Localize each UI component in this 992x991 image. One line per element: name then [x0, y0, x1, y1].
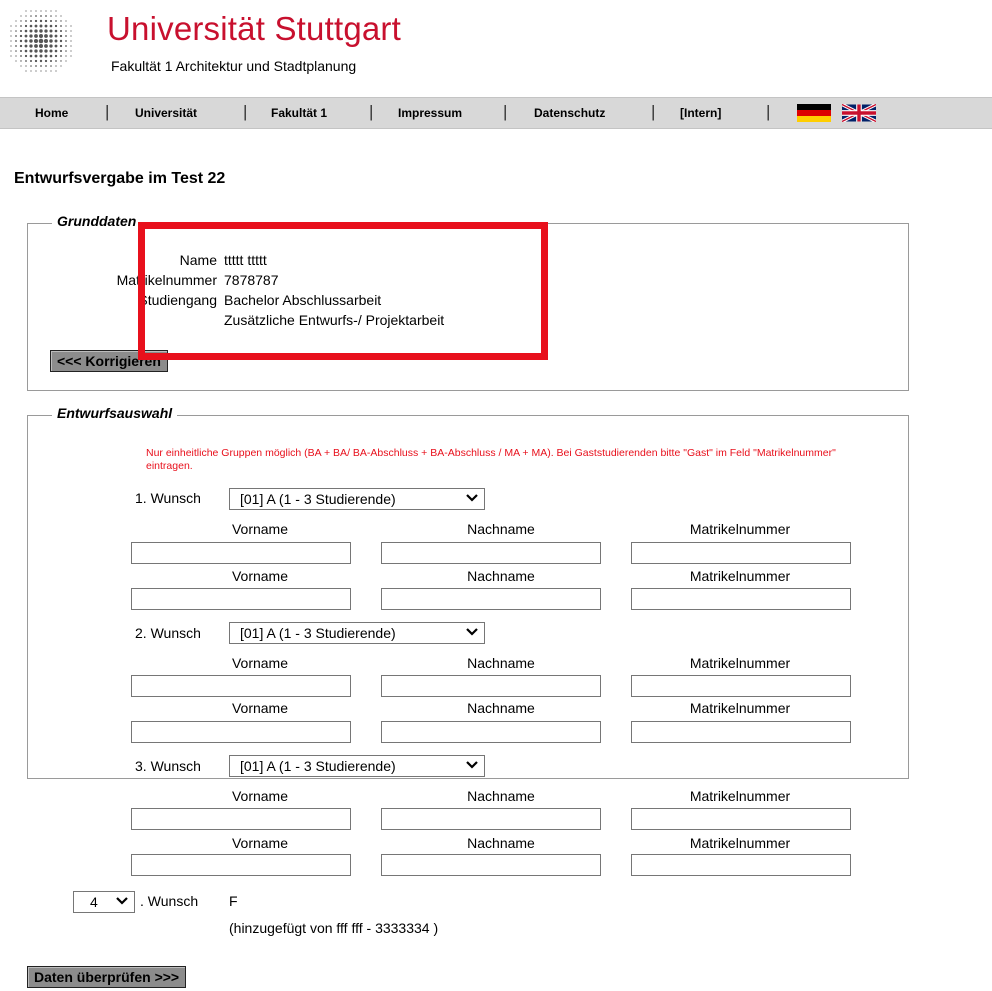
university-title: Universität Stuttgart — [107, 10, 401, 47]
col-matrikel: Matrikelnummer — [689, 655, 791, 671]
matrikel-value: 7878787 — [224, 272, 279, 288]
col-vorname: Vorname — [231, 521, 289, 537]
nachname-input[interactable] — [381, 721, 601, 743]
wish-4-priority-select[interactable]: 4 — [73, 891, 135, 913]
matrikel-input[interactable] — [631, 588, 851, 610]
wish-3-selected: [01] A (1 - 3 Studierende) — [240, 758, 396, 774]
nav-fakultaet[interactable]: Fakultät 1 — [271, 106, 327, 120]
studiengang-value-extra: Zusätzliche Entwurfs-/ Projektarbeit — [224, 312, 445, 328]
german-flag-icon[interactable] — [797, 104, 831, 122]
wish-2-label: 2. Wunsch — [135, 625, 201, 641]
nav-separator: | — [766, 102, 771, 121]
col-matrikel: Matrikelnummer — [689, 568, 791, 584]
matrikel-label: Matrikelnummer — [116, 272, 217, 288]
grunddaten-legend: Grunddaten — [52, 213, 142, 229]
chevron-down-icon — [466, 761, 478, 769]
col-vorname: Vorname — [231, 568, 289, 584]
col-vorname: Vorname — [231, 788, 289, 804]
correct-button[interactable]: <<< Korrigieren — [50, 350, 168, 372]
col-vorname: Vorname — [231, 835, 289, 851]
name-value: ttttt ttttt — [224, 252, 267, 268]
nav-separator: | — [369, 102, 374, 121]
col-matrikel: Matrikelnummer — [689, 835, 791, 851]
nav-separator: | — [243, 102, 248, 121]
name-label: Name — [179, 252, 217, 268]
vorname-input[interactable] — [131, 721, 351, 743]
uk-flag-icon[interactable] — [842, 104, 876, 122]
studiengang-label: Studiengang — [138, 292, 217, 308]
col-matrikel: Matrikelnummer — [689, 700, 791, 716]
wish-3-select[interactable]: [01] A (1 - 3 Studierende) — [229, 755, 485, 777]
nachname-input[interactable] — [381, 675, 601, 697]
nachname-input[interactable] — [381, 542, 601, 564]
wish-4-note: (hinzugefügt von fff fff - 3333334 ) — [229, 920, 439, 936]
wish-2-select[interactable]: [01] A (1 - 3 Studierende) — [229, 622, 485, 644]
wish-2-selected: [01] A (1 - 3 Studierende) — [240, 625, 396, 641]
vorname-input[interactable] — [131, 808, 351, 830]
wish-1-label: 1. Wunsch — [135, 490, 201, 506]
page-title: Entwurfsvergabe im Test 22 — [14, 170, 226, 187]
nav-intern[interactable]: [Intern] — [680, 106, 721, 120]
vorname-input[interactable] — [131, 854, 351, 876]
entwurfsauswahl-legend: Entwurfsauswahl — [52, 405, 178, 421]
studiengang-value: Bachelor Abschlussarbeit — [224, 292, 382, 308]
nav-separator: | — [105, 102, 110, 121]
nachname-input[interactable] — [381, 808, 601, 830]
wish-1-select[interactable]: [01] A (1 - 3 Studierende) — [229, 488, 485, 510]
nachname-input[interactable] — [381, 588, 601, 610]
col-matrikel: Matrikelnummer — [689, 521, 791, 537]
matrikel-input[interactable] — [631, 854, 851, 876]
col-vorname: Vorname — [231, 700, 289, 716]
col-nachname: Nachname — [467, 835, 535, 851]
group-hint-text: Nur einheitliche Gruppen möglich (BA + B… — [146, 447, 836, 472]
check-data-button[interactable]: Daten überprüfen >>> — [27, 966, 187, 988]
chevron-down-icon — [466, 628, 478, 636]
faculty-subtitle: Fakultät 1 Architektur und Stadtplanung — [111, 58, 357, 74]
university-logo — [10, 10, 72, 72]
col-nachname: Nachname — [467, 655, 535, 671]
wish-4-value: F — [229, 893, 238, 909]
nav-datenschutz[interactable]: Datenschutz — [534, 106, 605, 120]
matrikel-input[interactable] — [631, 675, 851, 697]
col-nachname: Nachname — [467, 568, 535, 584]
wish-3-label: 3. Wunsch — [135, 758, 201, 774]
nav-impressum[interactable]: Impressum — [398, 106, 462, 120]
nachname-input[interactable] — [381, 854, 601, 876]
vorname-input[interactable] — [131, 542, 351, 564]
wish-4-priority-value: 4 — [90, 894, 98, 910]
nav-separator: | — [503, 102, 508, 121]
wish-1-selected: [01] A (1 - 3 Studierende) — [240, 491, 396, 507]
col-vorname: Vorname — [231, 655, 289, 671]
wish-4-label: . Wunsch — [140, 893, 199, 909]
nav-separator: | — [651, 102, 656, 121]
col-nachname: Nachname — [467, 788, 535, 804]
nav-home[interactable]: Home — [35, 106, 68, 120]
col-nachname: Nachname — [467, 521, 535, 537]
matrikel-input[interactable] — [631, 542, 851, 564]
vorname-input[interactable] — [131, 588, 351, 610]
nav-universitaet[interactable]: Universität — [135, 106, 197, 120]
matrikel-input[interactable] — [631, 808, 851, 830]
matrikel-input[interactable] — [631, 721, 851, 743]
col-nachname: Nachname — [467, 700, 535, 716]
col-matrikel: Matrikelnummer — [689, 788, 791, 804]
vorname-input[interactable] — [131, 675, 351, 697]
chevron-down-icon — [466, 494, 478, 502]
chevron-down-icon — [116, 897, 128, 905]
